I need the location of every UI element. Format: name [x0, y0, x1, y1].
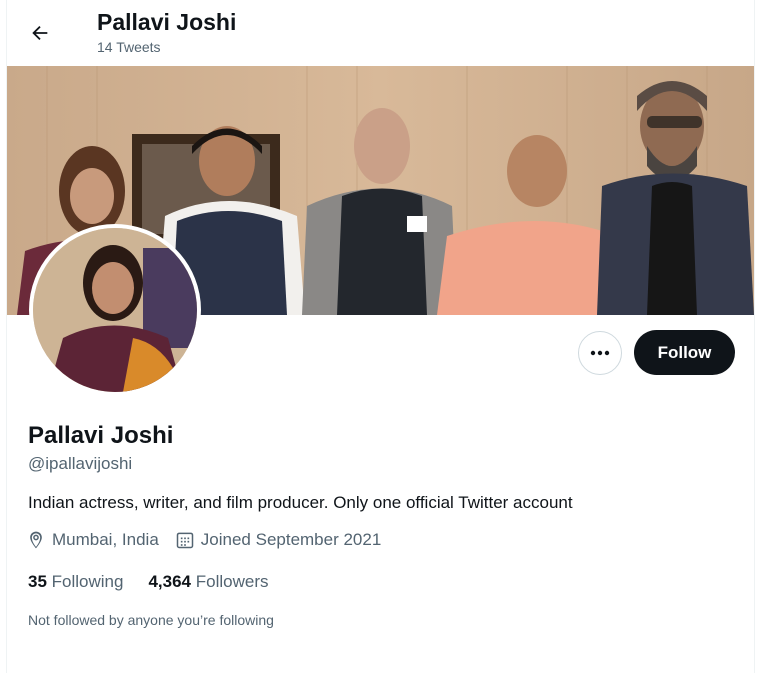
follow-button[interactable]: Follow	[634, 330, 735, 375]
header-name: Pallavi Joshi	[97, 9, 237, 35]
location-text: Mumbai, India	[52, 530, 159, 549]
location-pin-icon	[30, 531, 42, 549]
not-followed-note: Not followed by anyone you’re following	[28, 612, 274, 628]
profile-meta: Mumbai, India Joined September 2021	[26, 530, 397, 550]
profile-page: Pallavi Joshi 14 Tweets Follow Pallavi J…	[6, 0, 755, 673]
profile-avatar[interactable]	[29, 224, 201, 396]
location-item: Mumbai, India	[26, 530, 159, 550]
following-link[interactable]: 35 Following	[28, 572, 123, 592]
more-dots-icon	[590, 350, 610, 356]
profile-bio: Indian actress, writer, and film produce…	[28, 493, 573, 512]
back-button[interactable]	[23, 16, 57, 50]
joined-text: Joined September 2021	[200, 530, 382, 549]
follow-stats: 35 Following 4,364 Followers	[28, 572, 294, 592]
arrow-left-icon	[32, 25, 48, 41]
calendar-icon	[176, 532, 194, 549]
more-options-button[interactable]	[578, 331, 622, 375]
profile-name: Pallavi Joshi	[28, 422, 174, 449]
joined-item: Joined September 2021	[175, 530, 382, 550]
followers-label: Followers	[195, 572, 269, 591]
followers-link[interactable]: 4,364 Followers	[148, 572, 268, 592]
following-count: 35	[28, 572, 47, 591]
following-label: Following	[51, 572, 124, 591]
tweet-count: 14 Tweets	[97, 39, 161, 55]
profile-handle: @ipallavijoshi	[28, 454, 133, 473]
top-bar: Pallavi Joshi 14 Tweets	[7, 0, 754, 66]
followers-count: 4,364	[148, 572, 192, 591]
